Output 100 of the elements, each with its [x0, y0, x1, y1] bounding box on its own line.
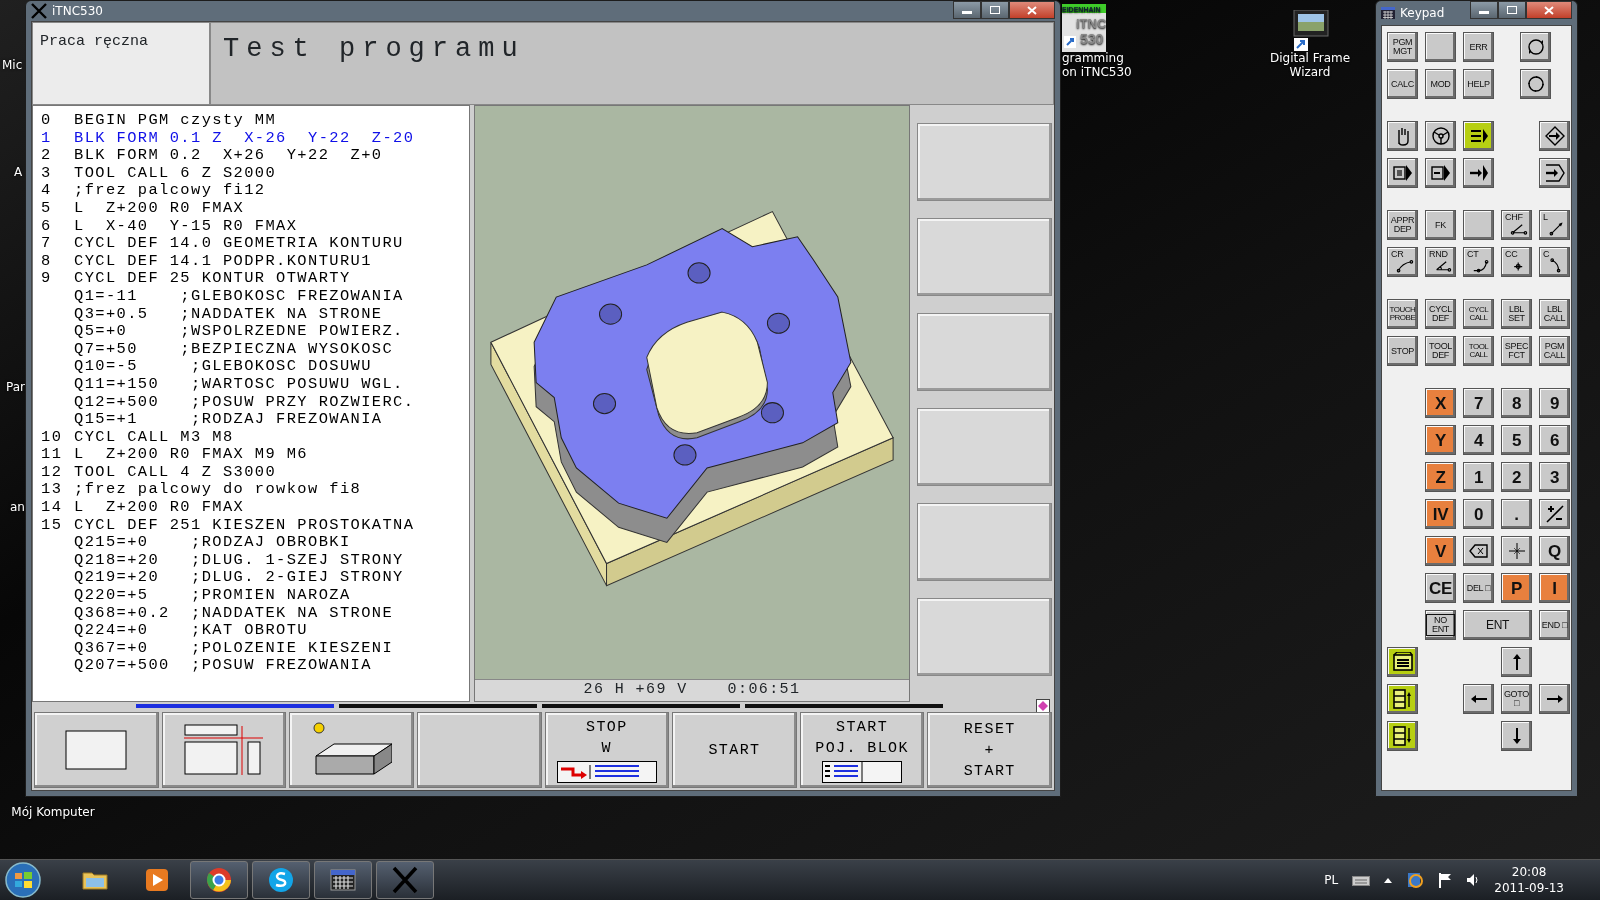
program-line[interactable]: Q219=+20 ;DLUG. 2-GIEJ STRONY — [74, 569, 404, 588]
clock-date[interactable]: 2011-09-13 — [1494, 880, 1564, 897]
close-button[interactable] — [1526, 1, 1572, 19]
program-line[interactable]: CYCL DEF 14.0 GEOMETRIA KONTURU — [74, 235, 404, 253]
key[interactable]: X — [1425, 388, 1456, 418]
softkey[interactable] — [289, 712, 414, 788]
softkey[interactable] — [34, 712, 159, 788]
program-line[interactable]: CYCL DEF 251 KIESZEN PROSTOKATNA — [74, 516, 415, 535]
desktop-icon-label[interactable]: Mic — [2, 56, 23, 74]
program-line[interactable]: CYCL DEF 25 KONTUR OTWARTY — [74, 270, 351, 288]
softkey[interactable] — [917, 503, 1052, 581]
key[interactable]: V — [1425, 536, 1456, 566]
program-line[interactable]: TOOL CALL 4 Z S3000 — [74, 463, 277, 482]
key[interactable]: PGM MGT — [1387, 32, 1418, 62]
program-line[interactable]: Q367=+0 ;POLOZENIE KIESZENI — [74, 639, 394, 658]
desktop-icon-label[interactable]: gramming on iTNC530 — [1062, 52, 1132, 80]
key[interactable] — [1463, 536, 1494, 566]
key[interactable]: CALC — [1387, 69, 1418, 99]
program-line[interactable]: Q368=+0.2 ;NADDATEK NA STRONE — [74, 604, 394, 623]
key[interactable]: Z — [1425, 462, 1456, 492]
key[interactable] — [1387, 647, 1418, 677]
program-line[interactable]: L Z+200 R0 FMAX M9 M6 — [74, 446, 308, 464]
program-line[interactable]: Q224=+0 ;KAT OBROTU — [74, 622, 308, 640]
key[interactable]: P — [1501, 573, 1532, 603]
key[interactable]: 5 — [1501, 425, 1532, 455]
taskbar-button[interactable] — [252, 861, 310, 899]
desktop-icon-label[interactable]: Mój Komputer — [11, 806, 95, 820]
key[interactable]: 7 — [1463, 388, 1494, 418]
key[interactable]: CYCL CALL — [1463, 299, 1494, 329]
program-line[interactable]: Q215=+0 ;RODZAJ OBROBKI — [74, 534, 351, 552]
key[interactable]: CC — [1501, 247, 1532, 277]
flag-icon[interactable] — [1438, 872, 1453, 888]
softkey[interactable]: START POJ. BLOK — [799, 712, 925, 788]
program-line[interactable]: Q7=+50 ;BEZPIECZNA WYSOKOSC — [74, 340, 394, 359]
key[interactable]: ENT — [1463, 610, 1532, 640]
key[interactable]: LBL CALL — [1539, 299, 1570, 329]
key[interactable] — [1387, 684, 1418, 714]
key[interactable]: 4 — [1463, 425, 1494, 455]
softkey[interactable] — [917, 123, 1052, 201]
key[interactable] — [1425, 158, 1456, 188]
key[interactable]: SPEC FCT — [1501, 336, 1532, 366]
minimize-button[interactable] — [1470, 1, 1498, 19]
program-line[interactable]: Q5=+0 ;WSPOLRZEDNE POWIERZ. — [74, 323, 404, 341]
program-line[interactable]: Q1=-11 ;GLEBOKOSC FREZOWANIA — [74, 287, 404, 306]
taskbar-button[interactable] — [190, 861, 248, 899]
key[interactable] — [1539, 158, 1570, 188]
speaker-icon[interactable] — [1466, 873, 1481, 887]
key[interactable] — [1501, 721, 1532, 751]
key[interactable]: HELP — [1463, 69, 1494, 99]
program-line[interactable]: Q15=+1 ;RODZAJ FREZOWANIA — [74, 411, 383, 429]
key[interactable]: Q — [1539, 536, 1570, 566]
network-icon[interactable] — [1406, 871, 1425, 889]
key[interactable] — [1387, 721, 1418, 751]
key[interactable] — [1425, 32, 1456, 62]
key[interactable]: 2 — [1501, 462, 1532, 492]
softkey[interactable] — [161, 712, 287, 788]
key[interactable] — [1463, 210, 1494, 240]
key[interactable]: 8 — [1501, 388, 1532, 418]
maximize-button[interactable] — [1498, 1, 1526, 19]
key[interactable]: Y — [1425, 425, 1456, 455]
key[interactable] — [1520, 69, 1551, 99]
key[interactable] — [1387, 158, 1418, 188]
desktop-icon-label[interactable]: Par — [6, 378, 25, 396]
program-line[interactable]: ;frez palcowy do rowkow fi8 — [74, 481, 362, 500]
key[interactable]: DEL □ — [1463, 573, 1494, 603]
program-line[interactable]: ;frez palcowy fi12 — [74, 182, 266, 200]
key[interactable]: LBL SET — [1501, 299, 1532, 329]
program-line[interactable]: L X-40 Y-15 R0 FMAX — [74, 217, 298, 236]
key[interactable]: GOTO □ — [1501, 684, 1532, 714]
key[interactable]: MOD — [1425, 69, 1456, 99]
key[interactable]: PGM CALL — [1539, 336, 1570, 366]
program-line[interactable]: Q10=-5 ;GLEBOKOSC DOSUWU — [74, 358, 372, 376]
key[interactable] — [1463, 121, 1494, 151]
program-line[interactable]: BLK FORM 0.1 Z X-26 Y-22 Z-20 — [74, 129, 415, 148]
program-line[interactable]: CYCL DEF 14.1 PODPR.KONTURU1 — [74, 252, 372, 271]
key[interactable] — [1539, 684, 1570, 714]
clock-time[interactable]: 20:08 — [1511, 863, 1547, 880]
key[interactable] — [1520, 32, 1551, 62]
desktop-icon-label[interactable]: Digital Frame Wizard — [1250, 52, 1370, 80]
taskbar-button[interactable] — [314, 861, 372, 899]
key[interactable]: STOP — [1387, 336, 1418, 366]
key[interactable]: TOOL DEF — [1425, 336, 1456, 366]
key[interactable] — [1463, 684, 1494, 714]
program-line[interactable]: L Z+200 R0 FMAX — [74, 199, 245, 218]
key[interactable]: ERR — [1463, 32, 1494, 62]
program-line[interactable]: Q218=+20 ;DLUG. 1-SZEJ STRONY — [74, 551, 404, 570]
up-caret-icon[interactable] — [1384, 877, 1393, 883]
program-line[interactable]: TOOL CALL 6 Z S2000 — [74, 164, 277, 183]
key[interactable] — [1501, 647, 1532, 677]
softkey[interactable] — [917, 218, 1052, 296]
program-line[interactable]: Q220=+5 ;PROMIEN NAROZA — [74, 587, 351, 605]
key[interactable]: 9 — [1539, 388, 1570, 418]
desktop-icon-label[interactable]: an — [10, 498, 25, 516]
key[interactable] — [1387, 121, 1418, 151]
program-line[interactable]: L Z+200 R0 FMAX — [74, 499, 245, 517]
program-line[interactable]: Q11=+150 ;WARTOSC POSUWU WGL. — [74, 375, 404, 394]
language-indicator[interactable]: PL — [1324, 871, 1339, 889]
key[interactable]: TOOL CALL — [1463, 336, 1494, 366]
key[interactable]: C — [1539, 247, 1570, 277]
key[interactable] — [1539, 121, 1570, 151]
